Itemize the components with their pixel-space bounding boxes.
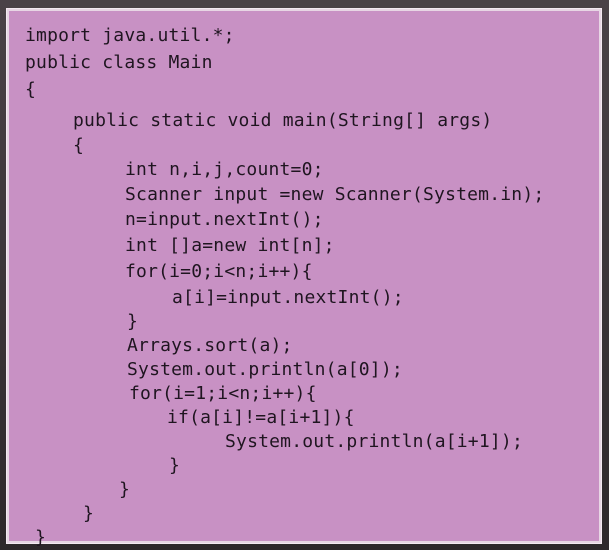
code-line: if(a[i]!=a[i+1]){ bbox=[167, 407, 355, 428]
code-line: public static void main(String[] args) bbox=[73, 110, 493, 131]
code-line: for(i=1;i<n;i++){ bbox=[129, 383, 317, 404]
code-line: } bbox=[119, 479, 131, 500]
code-line: a[i]=input.nextInt(); bbox=[172, 287, 404, 308]
code-line: int n,i,j,count=0; bbox=[125, 159, 324, 180]
code-line: } bbox=[35, 527, 47, 548]
code-line: System.out.println(a[i+1]); bbox=[225, 431, 523, 452]
code-line: } bbox=[83, 503, 95, 524]
code-line: import java.util.*; bbox=[25, 25, 235, 46]
code-line: } bbox=[127, 311, 139, 332]
code-line: } bbox=[169, 455, 181, 476]
code-line: System.out.println(a[0]); bbox=[127, 359, 403, 380]
code-panel: import java.util.*; public class Main { … bbox=[6, 8, 602, 548]
code-line: { bbox=[25, 79, 37, 100]
code-line: { bbox=[73, 135, 85, 156]
code-line: for(i=0;i<n;i++){ bbox=[125, 261, 313, 282]
code-line: Arrays.sort(a); bbox=[127, 335, 293, 356]
code-line: Scanner input =new Scanner(System.in); bbox=[125, 184, 545, 205]
code-line: n=input.nextInt(); bbox=[125, 209, 324, 230]
screen: import java.util.*; public class Main { … bbox=[0, 0, 609, 550]
code-line: int []a=new int[n]; bbox=[125, 235, 335, 256]
code-line: public class Main bbox=[25, 52, 213, 73]
